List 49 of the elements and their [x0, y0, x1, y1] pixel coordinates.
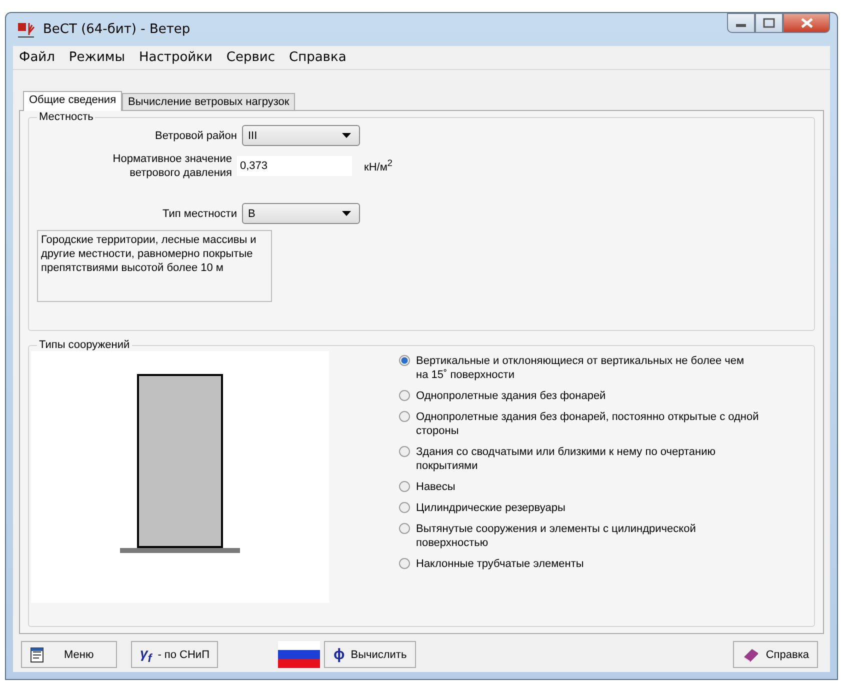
group-title: Местность	[38, 111, 94, 123]
option-label[interactable]: Вертикальные и отклоняющиеся от вертикальных не более чем на 15˚ поверхности	[416, 354, 759, 382]
help-button[interactable]: Справка	[732, 641, 818, 668]
wind-region-dropdown[interactable]: III	[242, 125, 360, 146]
pressure-input-field[interactable]: 0,373	[237, 156, 352, 176]
radio-button[interactable]	[399, 446, 410, 457]
maximize-button[interactable]	[755, 13, 783, 33]
field-label: Нормативное значение ветрового давления	[112, 152, 233, 180]
book-icon	[742, 646, 760, 662]
option-label[interactable]: Однопролетные здания без фонарей	[416, 389, 606, 403]
description-box: Городские территории, лесные массивы и другие местности, равномерно покрытые препятствиями высотой более 10 м	[37, 230, 272, 302]
factor-button[interactable]: γ$_{f}$ - по СНиП	[131, 641, 218, 668]
group-title: Типы сооружений	[38, 339, 131, 351]
radio-button[interactable]	[399, 523, 410, 534]
russian-flag-icon	[278, 641, 320, 668]
dropdown-arrow-icon	[342, 133, 351, 138]
menu-item[interactable]: Настройки	[139, 50, 212, 65]
radio-button[interactable]	[399, 355, 410, 366]
unit-label: кН/м$^{2}$	[364, 158, 392, 174]
minimize-button[interactable]	[727, 13, 755, 33]
menu-button[interactable]: Меню	[21, 641, 117, 668]
close-button[interactable]	[783, 13, 830, 33]
option-label[interactable]: Навесы	[416, 480, 456, 494]
option-label[interactable]: Наклонные трубчатые элементы	[416, 557, 584, 571]
dropdown-arrow-icon	[342, 211, 351, 216]
radio-button[interactable]	[399, 558, 410, 569]
menu-item[interactable]: Файл	[19, 50, 55, 65]
option-label[interactable]: Цилиндрические резервуары	[416, 501, 566, 515]
maximize-icon	[763, 18, 775, 28]
tab[interactable]: Общие сведения	[23, 91, 122, 111]
radio-button[interactable]	[399, 390, 410, 401]
document-icon	[30, 646, 44, 662]
field-label: Тип местности	[162, 208, 238, 220]
option-label[interactable]: Вытянутые сооружения и элементы с цилиндрической поверхностью	[416, 522, 759, 550]
field-label: Ветровой район	[154, 130, 238, 142]
option-label[interactable]: Здания со сводчатыми или близкими к нему по очертанию покрытиями	[416, 445, 759, 473]
window-title: ВеСТ (64-бит) - Ветер	[43, 22, 190, 37]
terrain-type-dropdown[interactable]: B	[242, 203, 360, 224]
menu-item[interactable]: Сервис	[226, 50, 276, 65]
close-icon	[800, 18, 812, 28]
menu-item[interactable]: Справка	[289, 50, 346, 65]
calculate-button[interactable]: ɸ Вычислить	[324, 641, 416, 668]
option-label[interactable]: Однопролетные здания без фонарей, постоянно открытые с одной стороны	[416, 410, 759, 438]
radio-button[interactable]	[399, 481, 410, 492]
menu-item[interactable]: Режимы	[68, 50, 125, 65]
app-logo-icon	[17, 20, 37, 38]
tab[interactable]: Вычисление ветровых нагрузок	[122, 93, 296, 110]
radio-button[interactable]	[399, 502, 410, 513]
radio-button[interactable]	[399, 411, 410, 422]
